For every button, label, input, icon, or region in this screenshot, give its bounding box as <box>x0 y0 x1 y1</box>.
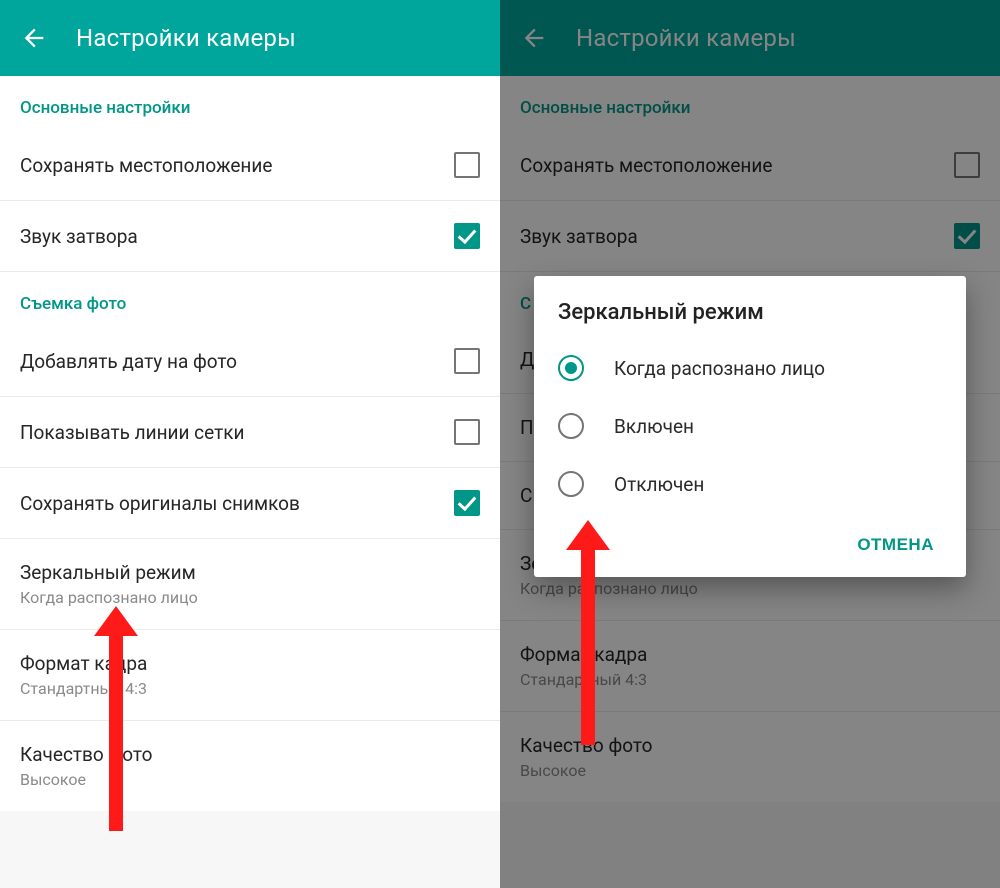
cancel-button[interactable]: ОТМЕНА <box>849 525 942 565</box>
settings-content: Основные настройки Сохранять местоположе… <box>0 76 500 888</box>
checkbox-add-date[interactable] <box>454 348 480 374</box>
radio-icon[interactable] <box>558 471 584 497</box>
row-grid-lines[interactable]: Показывать линии сетки <box>0 397 500 468</box>
row-subtitle: Когда распознано лицо <box>20 588 198 607</box>
row-subtitle: Стандартный 4:3 <box>20 679 147 698</box>
row-mirror-mode[interactable]: Зеркальный режим Когда распознано лицо <box>0 539 500 630</box>
row-photo-quality[interactable]: Качество фото Высокое <box>0 721 500 811</box>
row-label: Сохранять местоположение <box>20 154 272 177</box>
right-pane: Настройки камеры Основные настройки Сохр… <box>500 0 1000 888</box>
radio-icon[interactable] <box>558 355 584 381</box>
row-shutter-sound[interactable]: Звук затвора <box>0 201 500 272</box>
mirror-mode-dialog: Зеркальный режим Когда распознано лицо В… <box>534 276 966 577</box>
row-subtitle: Высокое <box>20 770 152 789</box>
left-pane: Настройки камеры Основные настройки Сохр… <box>0 0 500 888</box>
radio-option-face[interactable]: Когда распознано лицо <box>558 339 942 397</box>
row-label: Добавлять дату на фото <box>20 350 237 373</box>
row-label: Сохранять оригиналы снимков <box>20 492 300 515</box>
radio-label: Когда распознано лицо <box>614 357 825 380</box>
row-aspect-ratio[interactable]: Формат кадра Стандартный 4:3 <box>0 630 500 721</box>
checkbox-save-location[interactable] <box>454 152 480 178</box>
dialog-title: Зеркальный режим <box>558 300 942 325</box>
row-label: Показывать линии сетки <box>20 421 244 444</box>
radio-option-off[interactable]: Отключен <box>558 455 942 513</box>
row-label: Звук затвора <box>20 225 138 248</box>
row-save-location[interactable]: Сохранять местоположение <box>0 130 500 201</box>
header-title: Настройки камеры <box>76 24 296 52</box>
section-general: Основные настройки <box>0 76 500 130</box>
back-icon[interactable] <box>20 24 48 52</box>
row-label: Качество фото <box>20 743 152 766</box>
radio-icon[interactable] <box>558 413 584 439</box>
row-label: Формат кадра <box>20 652 147 675</box>
app-header: Настройки камеры <box>0 0 500 76</box>
radio-label: Включен <box>614 415 694 438</box>
row-save-originals[interactable]: Сохранять оригиналы снимков <box>0 468 500 539</box>
row-label: Зеркальный режим <box>20 561 198 584</box>
checkbox-save-originals[interactable] <box>454 490 480 516</box>
checkbox-shutter-sound[interactable] <box>454 223 480 249</box>
row-add-date[interactable]: Добавлять дату на фото <box>0 326 500 397</box>
section-photo: Съемка фото <box>0 272 500 326</box>
radio-option-on[interactable]: Включен <box>558 397 942 455</box>
checkbox-grid-lines[interactable] <box>454 419 480 445</box>
radio-label: Отключен <box>614 473 704 496</box>
